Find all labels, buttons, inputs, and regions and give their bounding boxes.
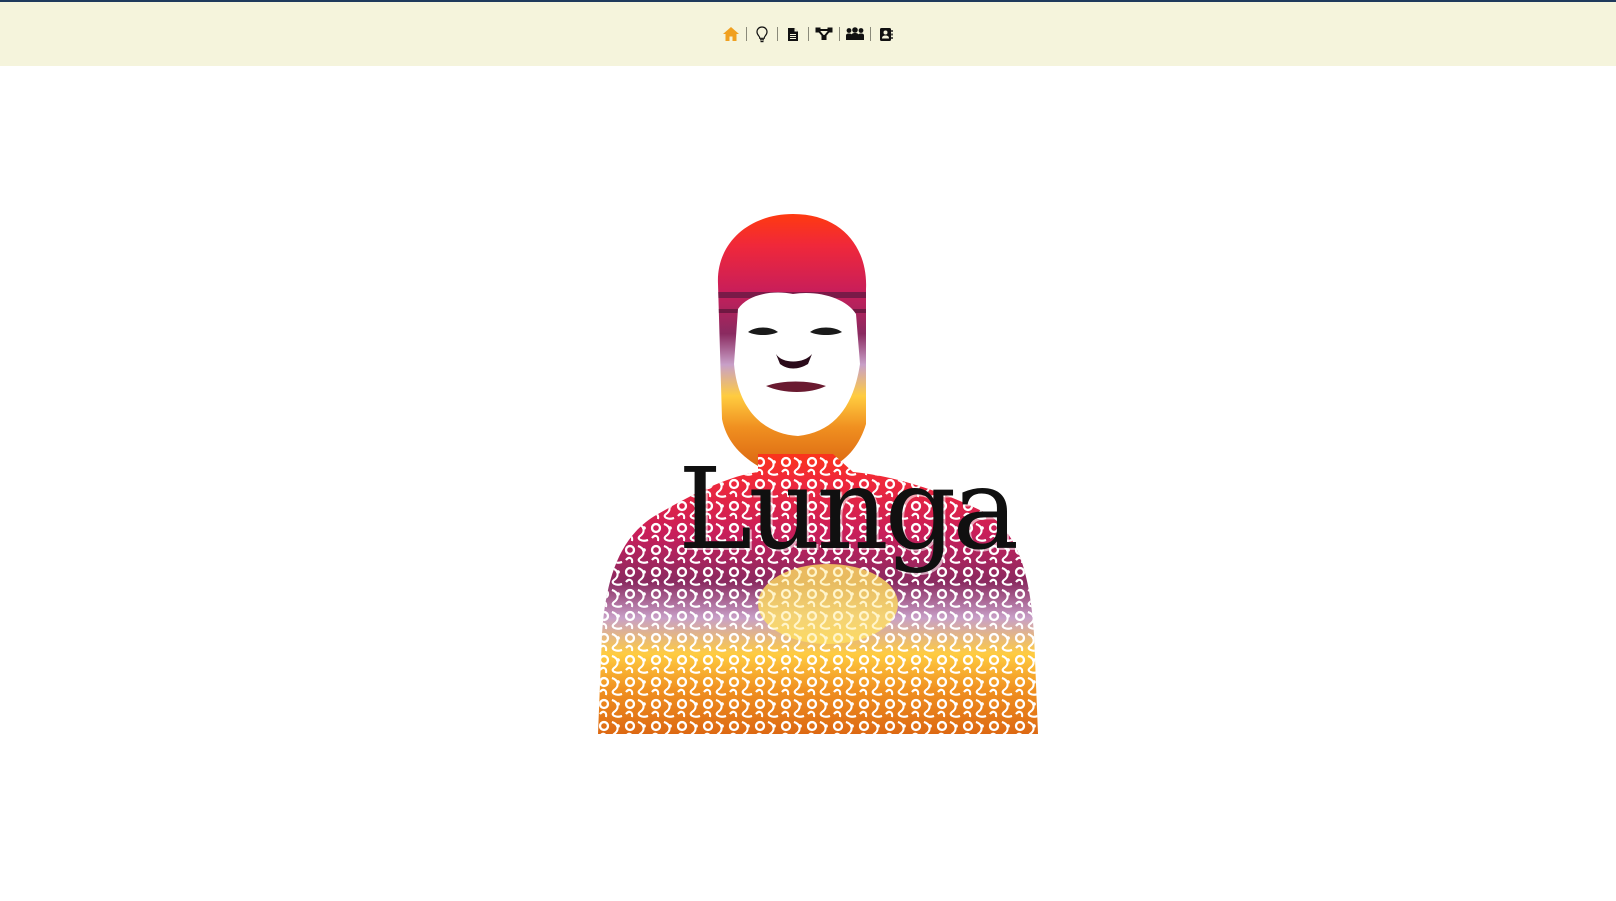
nav-separator bbox=[838, 27, 840, 41]
nav-separator bbox=[745, 27, 747, 41]
nav-home[interactable] bbox=[720, 22, 742, 46]
document-icon bbox=[787, 27, 799, 42]
group-icon bbox=[845, 27, 865, 41]
lightbulb-icon bbox=[755, 25, 768, 43]
nav-icon-row bbox=[0, 2, 1616, 66]
nav-separator bbox=[807, 27, 809, 41]
share-network-icon bbox=[815, 27, 833, 41]
home-icon bbox=[722, 26, 740, 42]
hero-name: Lunga bbox=[678, 445, 1019, 575]
nav-separator bbox=[776, 27, 778, 41]
nav-documents[interactable] bbox=[782, 22, 804, 46]
nav-community[interactable] bbox=[844, 22, 866, 46]
nav-contact[interactable] bbox=[875, 22, 897, 46]
contact-card-icon bbox=[879, 27, 893, 42]
nav-network[interactable] bbox=[813, 22, 835, 46]
nav-separator bbox=[869, 27, 871, 41]
nav-ideas[interactable] bbox=[751, 22, 773, 46]
top-navigation-bar bbox=[0, 2, 1616, 66]
hero-portrait: Lunga bbox=[598, 214, 1058, 754]
